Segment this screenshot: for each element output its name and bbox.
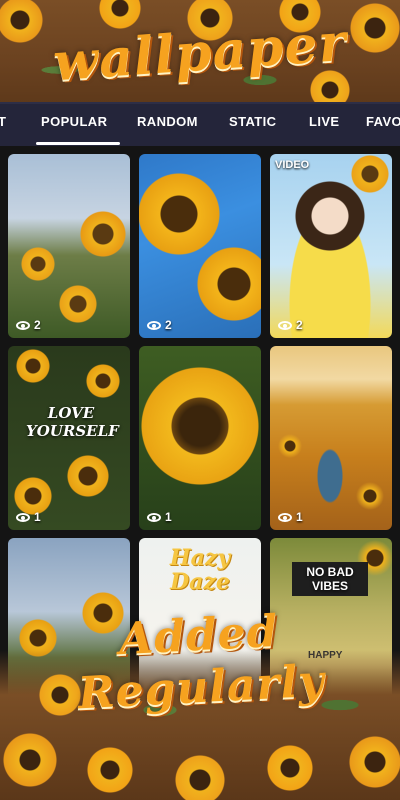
tab-random[interactable]: RANDOM <box>137 114 198 129</box>
wallpaper-thumbnail[interactable]: 2 <box>8 154 130 338</box>
view-count-badge: 1 <box>16 510 41 524</box>
video-label: VIDEO <box>275 159 310 171</box>
tab-favorites[interactable]: FAVO <box>366 114 400 129</box>
category-tab-bar: T POPULAR RANDOM STATIC LIVE FAVO <box>0 102 400 146</box>
tab-static[interactable]: STATIC <box>229 114 276 129</box>
view-count: 1 <box>165 510 172 524</box>
eye-icon <box>16 512 30 522</box>
wallpaper-thumbnail[interactable]: 2 <box>139 154 261 338</box>
view-count-badge: 1 <box>147 510 172 524</box>
view-count: 2 <box>165 318 172 332</box>
view-count-badge: 1 <box>278 510 303 524</box>
view-count-badge: 2 <box>278 318 303 332</box>
view-count-badge: 2 <box>16 318 41 332</box>
promo-headline: wallpaper <box>51 11 349 94</box>
wallpaper-thumbnail[interactable]: 1 <box>139 346 261 530</box>
view-count: 1 <box>296 510 303 524</box>
wallpaper-overlay-text: NO BAD VIBES <box>292 562 368 596</box>
eye-icon <box>278 320 292 330</box>
view-count-badge: 2 <box>147 318 172 332</box>
active-tab-indicator <box>36 142 120 145</box>
eye-icon <box>147 320 161 330</box>
wallpaper-overlay-text: Hazy Daze <box>169 545 231 595</box>
tab-live[interactable]: LIVE <box>309 114 340 129</box>
eye-icon <box>147 512 161 522</box>
promo-footer-text: Added Regularly <box>0 600 400 725</box>
view-count: 1 <box>34 510 41 524</box>
wallpaper-overlay-text: LOVE YOURSELF <box>26 404 119 440</box>
wallpaper-thumbnail[interactable]: LOVE YOURSELF 1 <box>8 346 130 530</box>
view-count: 2 <box>34 318 41 332</box>
wallpaper-thumbnail[interactable]: VIDEO 2 <box>270 154 392 338</box>
tab-popular[interactable]: POPULAR <box>41 114 107 129</box>
view-count: 2 <box>296 318 303 332</box>
wallpaper-thumbnail[interactable]: 1 <box>270 346 392 530</box>
eye-icon <box>16 320 30 330</box>
tab-partial-left[interactable]: T <box>0 114 6 129</box>
eye-icon <box>278 512 292 522</box>
